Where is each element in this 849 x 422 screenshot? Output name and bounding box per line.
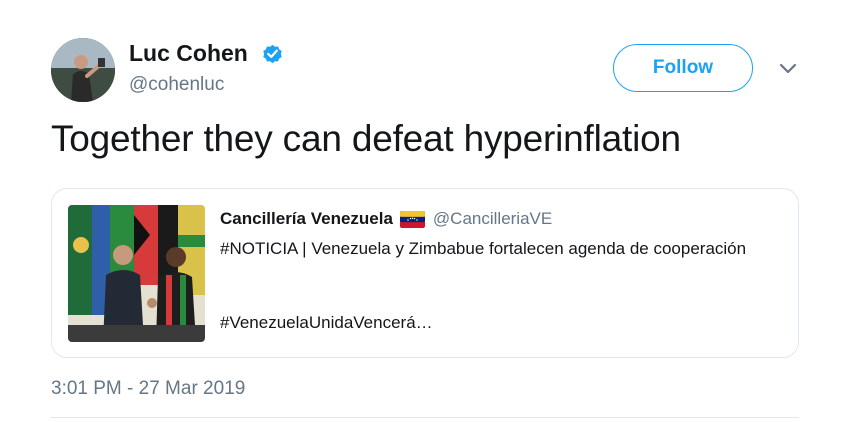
handshake-photo-icon bbox=[68, 205, 205, 342]
divider bbox=[51, 417, 799, 418]
quoted-tweet-card[interactable]: Cancillería Venezuela @CancilleriaVE #NO… bbox=[51, 188, 799, 358]
verified-badge-icon bbox=[263, 44, 282, 64]
venezuela-flag-icon bbox=[399, 210, 425, 228]
chevron-down-icon[interactable] bbox=[778, 62, 798, 76]
quoted-tweet-text: #NOTICIA | Venezuela y Zimbabue fortalec… bbox=[220, 239, 747, 258]
quoted-tweet-hashtag[interactable]: #VenezuelaUnidaVencerá… bbox=[220, 313, 433, 333]
profile-photo-icon bbox=[51, 38, 115, 102]
quoted-tweet-header: Cancillería Venezuela @CancilleriaVE bbox=[220, 209, 552, 229]
tweet-text: Together they can defeat hyperinflation bbox=[51, 118, 681, 159]
author-name[interactable]: Luc Cohen bbox=[129, 40, 248, 67]
tweet-timestamp[interactable]: 3:01 PM - 27 Mar 2019 bbox=[51, 378, 245, 400]
quoted-tweet-image bbox=[68, 205, 205, 342]
quoted-author-name[interactable]: Cancillería Venezuela bbox=[220, 209, 393, 229]
avatar[interactable] bbox=[51, 38, 115, 102]
quoted-author-handle[interactable]: @CancilleriaVE bbox=[433, 209, 552, 229]
follow-button[interactable]: Follow bbox=[613, 44, 753, 92]
author-handle[interactable]: @cohenluc bbox=[129, 74, 224, 96]
